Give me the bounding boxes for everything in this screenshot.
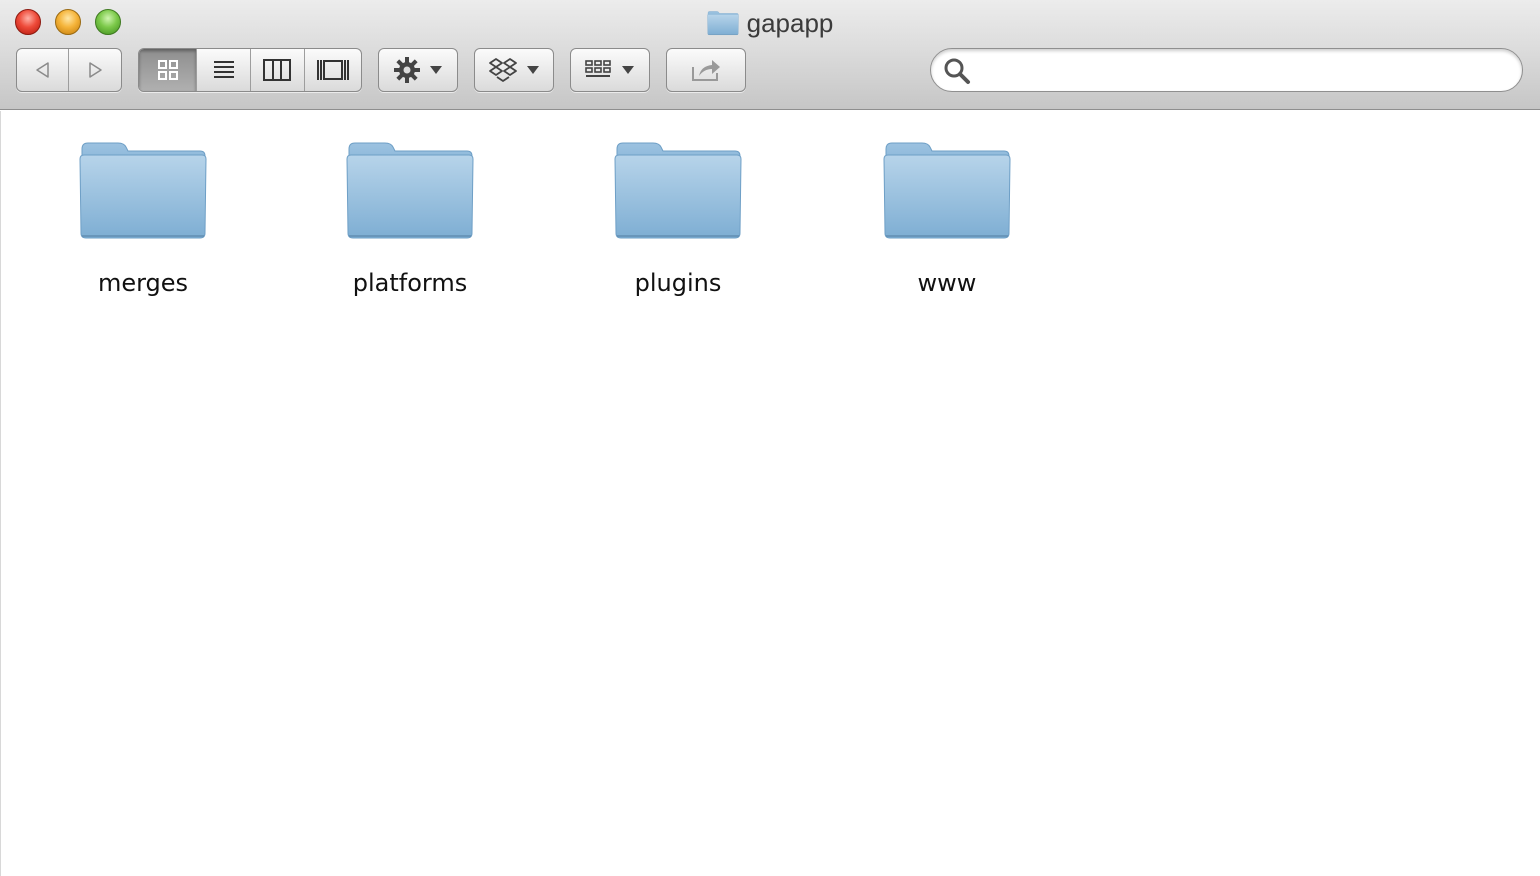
- share-content: [667, 49, 745, 91]
- folder-label: merges: [97, 269, 189, 297]
- coverflow-view-button[interactable]: [305, 49, 361, 91]
- dropbox-icon: [489, 58, 517, 82]
- list-view-icon: [213, 61, 234, 78]
- arrange-menu-content: [571, 49, 649, 91]
- folder-item[interactable]: plugins: [578, 139, 778, 309]
- share-button[interactable]: [666, 48, 746, 92]
- arrange-grid-icon: [585, 60, 611, 77]
- arrange-menu-button[interactable]: [570, 48, 650, 92]
- chevron-down-icon: [430, 66, 442, 74]
- folder-label: plugins: [634, 269, 722, 297]
- folder-icon: [882, 139, 1012, 241]
- icon-view-button[interactable]: [139, 49, 198, 91]
- coverflow-view-icon: [316, 60, 349, 80]
- folder-item[interactable]: merges: [43, 139, 243, 309]
- view-mode-control: [138, 48, 362, 92]
- folder-item[interactable]: platforms: [310, 139, 510, 309]
- gear-icon: [394, 57, 420, 83]
- titlebar: gapapp: [0, 0, 1540, 110]
- action-menu-content: [379, 49, 457, 91]
- folder-icon: [613, 139, 743, 241]
- search-field[interactable]: [930, 48, 1523, 92]
- folder-label: www: [917, 269, 977, 297]
- icon-view-icon: [157, 60, 178, 80]
- column-view-button[interactable]: [251, 49, 305, 91]
- folder-icon: [345, 139, 475, 241]
- finder-window: gapapp merges platforms plugins www: [0, 0, 1540, 876]
- share-icon: [692, 60, 720, 81]
- folder-icon: [78, 139, 208, 241]
- search-icon: [944, 58, 970, 84]
- search-input[interactable]: [979, 55, 1509, 85]
- dropbox-menu-content: [475, 49, 553, 91]
- action-menu-button[interactable]: [378, 48, 458, 92]
- back-forward-control: [16, 48, 122, 92]
- chevron-down-icon: [622, 66, 634, 74]
- list-view-button[interactable]: [197, 49, 251, 91]
- folder-item[interactable]: www: [847, 139, 1047, 309]
- chevron-down-icon: [527, 66, 539, 74]
- back-arrow-icon: [35, 62, 49, 78]
- dropbox-menu-button[interactable]: [474, 48, 554, 92]
- window-title-text: gapapp: [746, 7, 834, 38]
- back-button[interactable]: [17, 49, 70, 91]
- window-title: gapapp: [0, 6, 1540, 40]
- folder-icon: [707, 10, 739, 36]
- file-browser-content: merges platforms plugins www: [0, 111, 1540, 876]
- forward-arrow-icon: [89, 62, 102, 78]
- folder-label: platforms: [352, 269, 468, 297]
- forward-button[interactable]: [69, 49, 121, 91]
- column-view-icon: [263, 59, 292, 81]
